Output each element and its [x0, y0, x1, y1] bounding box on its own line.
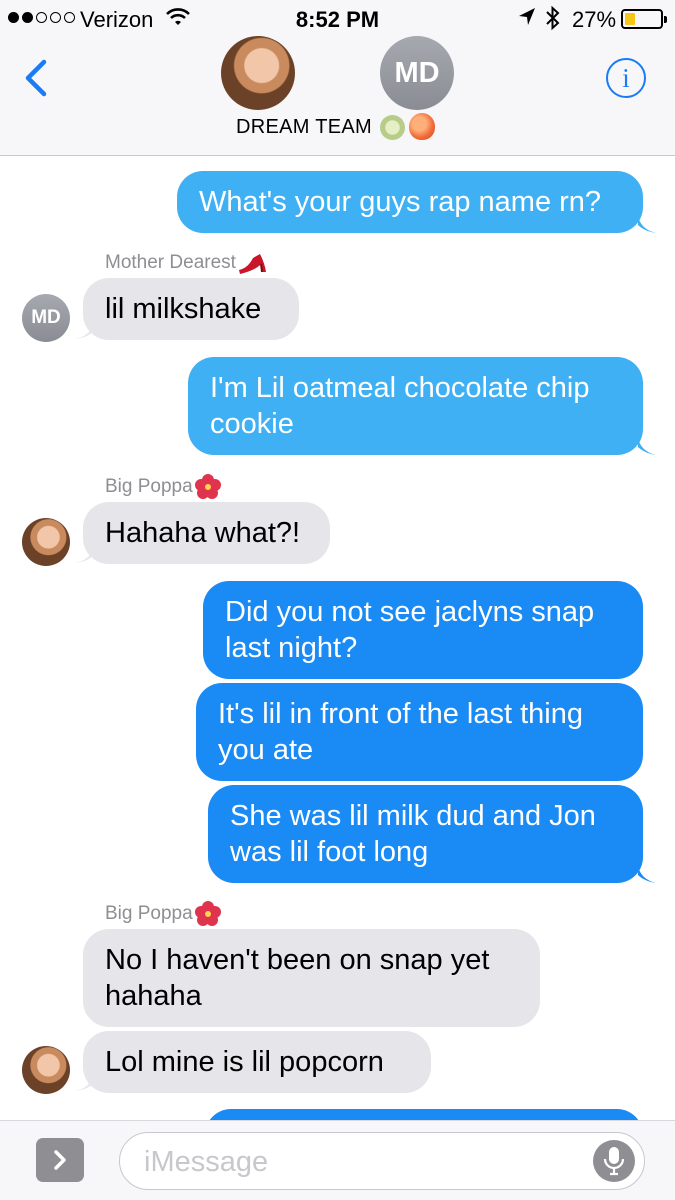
sender-avatar[interactable]	[22, 1046, 70, 1094]
location-arrow-icon	[518, 7, 536, 33]
incoming-message[interactable]: lil milkshake	[83, 278, 299, 340]
apps-button[interactable]	[36, 1138, 84, 1182]
outgoing-message[interactable]: Did you not see jaclyns snap last night?	[203, 581, 643, 679]
group-name[interactable]: DREAM TEAM	[236, 116, 372, 139]
back-chevron-icon	[25, 59, 47, 97]
microphone-button[interactable]	[593, 1140, 635, 1182]
status-bar: Verizon 8:52 PM 27%	[0, 0, 675, 38]
message-thread[interactable]: What's your guys rap name rn? Mother Dea…	[0, 157, 675, 1120]
sender-name: Mother Dearest	[105, 250, 268, 276]
apps-chevron-icon	[54, 1150, 66, 1170]
participant-avatar-photo[interactable]	[221, 36, 295, 110]
sender-avatar[interactable]: MD	[22, 294, 70, 342]
conversation-header: Verizon 8:52 PM 27% MD DREAM TEAM i	[0, 0, 675, 156]
incoming-message[interactable]: Hahaha what?!	[83, 502, 330, 564]
message-input-placeholder: iMessage	[144, 1146, 269, 1178]
back-button[interactable]	[18, 56, 58, 100]
bluetooth-icon	[545, 5, 561, 38]
compose-bar: iMessage	[0, 1120, 675, 1200]
message-input[interactable]: iMessage	[119, 1132, 645, 1190]
outgoing-message[interactable]: She was lil milk dud and Jon was lil foo…	[208, 785, 643, 883]
melon-emoji	[380, 115, 405, 140]
avatar-initials: MD	[394, 56, 440, 89]
bubble-tail	[638, 865, 656, 883]
microphone-icon	[603, 1147, 625, 1176]
hibiscus-icon	[194, 901, 221, 926]
sender-name: Big Poppa	[105, 901, 221, 927]
sender-avatar[interactable]	[22, 518, 70, 566]
bubble-tail	[638, 437, 656, 455]
high-heel-icon	[238, 254, 266, 274]
incoming-message[interactable]: Lol mine is lil popcorn	[83, 1031, 431, 1093]
info-button[interactable]: i	[606, 58, 646, 98]
bubble-tail	[638, 215, 656, 233]
participant-avatar-md[interactable]: MD	[380, 36, 454, 110]
outgoing-message[interactable]: What's your guys rap name rn?	[177, 171, 643, 233]
hibiscus-icon	[194, 474, 221, 499]
outgoing-message-partial[interactable]	[205, 1109, 643, 1120]
battery-icon	[621, 9, 667, 29]
peach-emoji	[409, 113, 435, 140]
incoming-message[interactable]: No I haven't been on snap yet hahaha	[83, 929, 540, 1027]
outgoing-message[interactable]: I'm Lil oatmeal chocolate chip cookie	[188, 357, 643, 455]
sender-name: Big Poppa	[105, 474, 221, 500]
outgoing-message[interactable]: It's lil in front of the last thing you …	[196, 683, 643, 781]
battery-percent: 27%	[572, 7, 617, 32]
info-icon: i	[622, 62, 630, 93]
